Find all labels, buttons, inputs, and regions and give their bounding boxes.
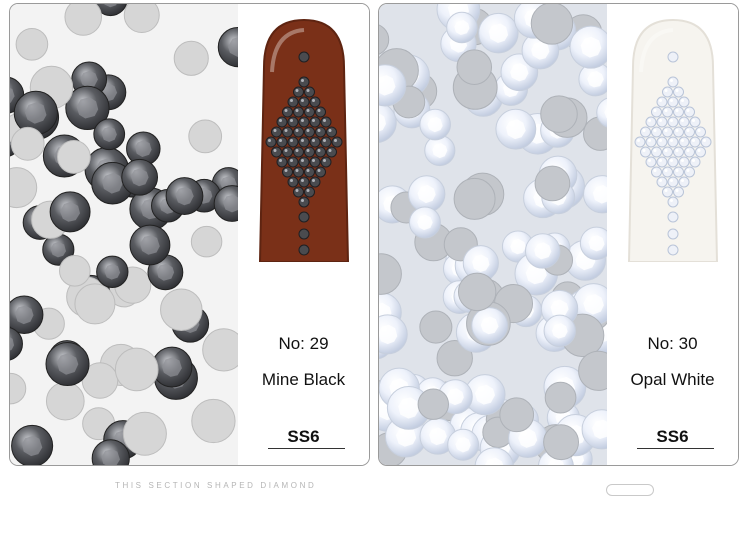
section-caption: THIS SECTION SHAPED DIAMOND bbox=[115, 481, 317, 490]
carousel-indicator[interactable] bbox=[606, 484, 654, 496]
product-card-mine-black[interactable]: No: 29 Mine Black SS6 bbox=[9, 3, 370, 466]
product-number: No: 30 bbox=[647, 334, 698, 353]
size-underline bbox=[637, 448, 714, 449]
product-card-opal-white[interactable]: No: 30 Opal White SS6 bbox=[378, 3, 739, 466]
product-color-name: Mine Black bbox=[261, 370, 346, 389]
product-number: No: 29 bbox=[278, 334, 329, 353]
product-info: No: 29 Mine Black SS6 bbox=[238, 4, 369, 465]
product-info: No: 30 Opal White SS6 bbox=[607, 4, 738, 465]
nail-sample-image bbox=[613, 12, 733, 262]
size-underline bbox=[268, 448, 345, 449]
product-size: SS6 bbox=[287, 427, 320, 446]
product-size: SS6 bbox=[656, 427, 689, 446]
nail-sample-image bbox=[244, 12, 364, 262]
product-color-name: Opal White bbox=[630, 370, 715, 389]
rhinestones-photo bbox=[10, 4, 238, 465]
rhinestones-photo bbox=[379, 4, 607, 465]
